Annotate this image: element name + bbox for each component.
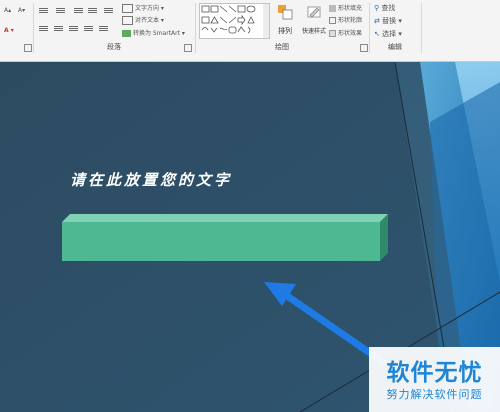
select-label: 选择 <box>382 30 397 38</box>
paragraph-group: 文字方向 ▾ 对齐文本 ▾ 转换为 SmartArt ▾ 段落 <box>34 0 194 60</box>
shape-effects-button[interactable]: 形状效果 <box>329 29 362 38</box>
numbering-icon[interactable] <box>53 7 65 15</box>
watermark: 软件无忧 努力解决软件问题 <box>369 347 500 412</box>
shapes-gallery[interactable] <box>199 3 265 39</box>
shape-fill-button[interactable]: 形状填充 <box>329 4 362 13</box>
convert-smartart-label: 转换为 SmartArt <box>133 30 180 37</box>
shape-outline-button[interactable]: 形状轮廓 <box>329 16 362 25</box>
text-direction-label: 文字方向 <box>135 5 160 12</box>
increase-indent-icon[interactable] <box>85 7 97 15</box>
shape-outline-icon <box>329 17 336 24</box>
arrange-label: 排列 <box>278 27 292 35</box>
paragraph-group-launcher-icon[interactable] <box>184 44 192 52</box>
editing-group: ⚲ 查找 ⇄ 替换 ▾ ↖ 选择 ▾ 编辑 <box>370 0 420 60</box>
align-text-icon <box>122 16 133 25</box>
align-text-label: 对齐文本 <box>135 17 160 24</box>
drawing-group: 排列 快速样式 形状填充 形状轮廓 形状效果 绘图 <box>196 0 368 60</box>
editing-group-label: 编辑 <box>388 43 402 51</box>
font-size-decrease-button[interactable]: A▾ <box>18 6 25 15</box>
smartart-icon <box>122 30 131 37</box>
shape-fill-icon <box>329 5 336 12</box>
shapes-gallery-icons <box>201 5 256 34</box>
columns-icon[interactable] <box>96 25 108 33</box>
bullets-icon[interactable] <box>36 7 48 15</box>
shape-fill-label: 形状填充 <box>338 5 363 12</box>
group-separator <box>421 3 422 53</box>
replace-label: 替换 <box>382 17 397 25</box>
align-center-icon[interactable] <box>51 25 63 33</box>
convert-smartart-button[interactable]: 转换为 SmartArt ▾ <box>122 29 185 38</box>
quick-styles-label: 快速样式 <box>301 28 326 35</box>
font-group-fragment: A▴ A▾ A ▾ <box>0 0 33 60</box>
drawing-group-launcher-icon[interactable] <box>360 44 368 52</box>
font-size-increase-button[interactable]: A▴ <box>4 6 11 15</box>
shape-effects-icon <box>329 30 336 37</box>
align-left-icon[interactable] <box>36 25 48 33</box>
justify-icon[interactable] <box>81 25 93 33</box>
find-label: 查找 <box>381 4 396 12</box>
font-group-launcher-icon[interactable] <box>24 44 32 52</box>
font-color-button[interactable]: A ▾ <box>4 26 14 35</box>
quick-styles-icon <box>307 6 321 18</box>
watermark-subtitle: 努力解决软件问题 <box>386 388 483 401</box>
find-button[interactable]: ⚲ 查找 <box>374 4 395 13</box>
align-text-button[interactable]: 对齐文本 ▾ <box>122 16 164 25</box>
text-direction-icon <box>122 4 133 13</box>
ribbon: A▴ A▾ A ▾ 文字方向 ▾ 对齐文本 ▾ 转换为 SmartArt ▾ 段… <box>0 0 500 62</box>
quick-styles-button[interactable]: 快速样式 <box>300 4 328 38</box>
find-icon: ⚲ <box>374 4 380 12</box>
decrease-indent-icon[interactable] <box>71 7 83 15</box>
select-icon: ↖ <box>374 30 380 38</box>
arrange-icon <box>278 5 293 20</box>
watermark-name: 软件无忧 <box>386 360 483 386</box>
arrange-button[interactable]: 排列 <box>273 4 297 38</box>
title-textbox-shape[interactable] <box>62 214 388 261</box>
line-spacing-icon[interactable] <box>101 7 113 15</box>
replace-icon: ⇄ <box>374 17 380 25</box>
paragraph-group-label: 段落 <box>107 43 121 51</box>
replace-button[interactable]: ⇄ 替换 ▾ <box>374 17 402 26</box>
shape-outline-label: 形状轮廓 <box>338 17 363 24</box>
select-button[interactable]: ↖ 选择 ▾ <box>374 30 402 39</box>
drawing-group-label: 绘图 <box>275 43 289 51</box>
title-placeholder-text[interactable]: 请在此放置您的文字 <box>70 167 370 193</box>
align-right-icon[interactable] <box>66 25 78 33</box>
shape-effects-label: 形状效果 <box>338 30 363 37</box>
shapes-gallery-scroll[interactable] <box>263 3 270 39</box>
text-direction-button[interactable]: 文字方向 ▾ <box>122 4 164 13</box>
